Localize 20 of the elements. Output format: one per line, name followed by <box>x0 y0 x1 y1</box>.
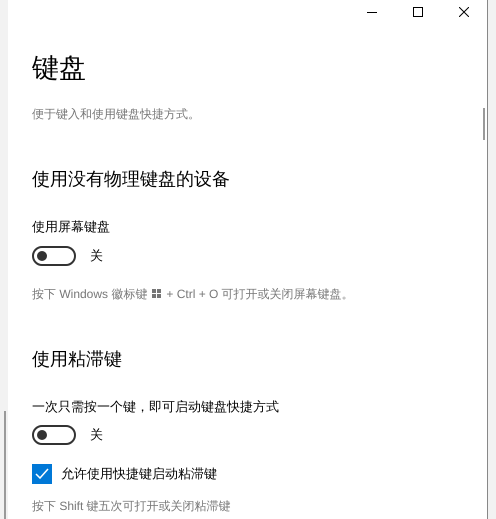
hint-text: 按下 Shift 键五次可打开或关闭粘滞键 <box>32 498 231 515</box>
setting-label: 使用屏幕键盘 <box>32 218 110 236</box>
hint-text: 按下 Windows 徽标键 <box>32 286 148 302</box>
scrollbar-thumb[interactable] <box>483 108 485 140</box>
page-title: 键盘 <box>32 52 86 85</box>
checkbox[interactable] <box>32 464 52 484</box>
windows-logo-icon <box>152 289 162 298</box>
checkbox-label: 允许使用快捷键启动粘滞键 <box>61 465 217 484</box>
toggle-switch[interactable] <box>32 425 76 445</box>
maximize-icon <box>413 7 423 17</box>
setting-label: 一次只需按一个键，即可启动键盘快捷方式 <box>32 398 279 416</box>
section-heading: 使用没有物理键盘的设备 <box>32 168 230 191</box>
checkmark-icon <box>35 468 49 480</box>
close-icon <box>459 7 469 17</box>
toggle-switch[interactable] <box>32 246 76 266</box>
page-description: 便于键入和使用键盘快捷方式。 <box>32 106 200 123</box>
hint-text: + Ctrl + O 可打开或关闭屏幕键盘。 <box>166 286 354 302</box>
toggle-state: 关 <box>90 246 103 265</box>
section-heading: 使用粘滞键 <box>32 348 122 370</box>
toggle-state: 关 <box>90 426 103 444</box>
